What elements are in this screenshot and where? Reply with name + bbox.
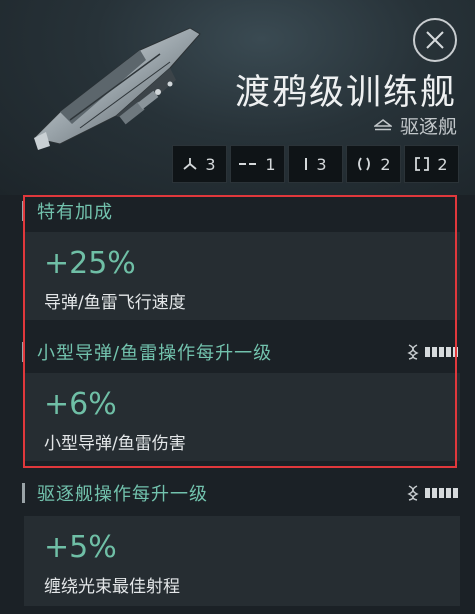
skill-level-pips [425, 488, 458, 498]
rig-slot-icon [358, 157, 371, 171]
medium-slot-icon [239, 163, 257, 165]
slot-count: 3 [205, 154, 216, 174]
slot-layout: 3 1 3 2 2 [172, 145, 459, 183]
bonus-card: +25% 导弹/鱼雷飞行速度 [24, 232, 460, 320]
ship-class: 驱逐舰 [373, 112, 457, 138]
ship-render-icon [33, 27, 201, 150]
skill-level-indicator[interactable] [407, 344, 458, 360]
section-marker [22, 201, 25, 221]
low-slot-icon [305, 158, 308, 170]
section-title: 特有加成 [37, 202, 113, 223]
slot-subsystem: 2 [404, 145, 459, 183]
skill-level-pips [425, 347, 458, 357]
section-title: 驱逐舰操作每升一级 [37, 484, 208, 505]
subsystem-slot-icon [415, 157, 430, 171]
slot-low: 3 [288, 145, 343, 183]
bonus-description: 缠绕光束最佳射程 [44, 577, 180, 597]
ship-title: 渡鸦级训练舰 [234, 73, 457, 113]
section-marker [22, 483, 25, 503]
high-slot-icon [183, 158, 197, 170]
section-header-role-bonus: 特有加成 [22, 196, 462, 226]
bonus-value: +6% [44, 387, 117, 422]
bonus-card: +6% 小型导弹/鱼雷伤害 [24, 373, 460, 461]
ship-class-icon [373, 119, 392, 131]
slot-count: 2 [437, 154, 448, 174]
dna-skill-icon [407, 344, 419, 360]
skill-level-indicator[interactable] [407, 485, 458, 501]
close-icon [426, 31, 444, 49]
ship-class-label: 驱逐舰 [399, 115, 457, 138]
slot-count: 2 [380, 154, 391, 174]
bonus-description: 导弹/鱼雷飞行速度 [44, 293, 186, 313]
slot-medium: 1 [230, 145, 285, 183]
slot-count: 3 [316, 154, 327, 174]
bonus-value: +25% [44, 246, 136, 281]
section-marker [22, 342, 25, 362]
dna-skill-icon [407, 485, 419, 501]
bonus-description: 小型导弹/鱼雷伤害 [44, 434, 186, 454]
ship-header: 渡鸦级训练舰 驱逐舰 3 1 3 2 2 [0, 0, 475, 195]
slot-rig: 2 [346, 145, 401, 183]
close-button[interactable] [413, 18, 457, 62]
bonus-value: +5% [44, 530, 117, 565]
slot-high: 3 [172, 145, 227, 183]
section-header-small-missile-skill: 小型导弹/鱼雷操作每升一级 [22, 337, 462, 367]
bonus-card: +5% 缠绕光束最佳射程 [24, 516, 460, 606]
section-title: 小型导弹/鱼雷操作每升一级 [37, 343, 273, 364]
slot-count: 1 [265, 154, 276, 174]
section-header-destroyer-skill: 驱逐舰操作每升一级 [22, 478, 462, 508]
